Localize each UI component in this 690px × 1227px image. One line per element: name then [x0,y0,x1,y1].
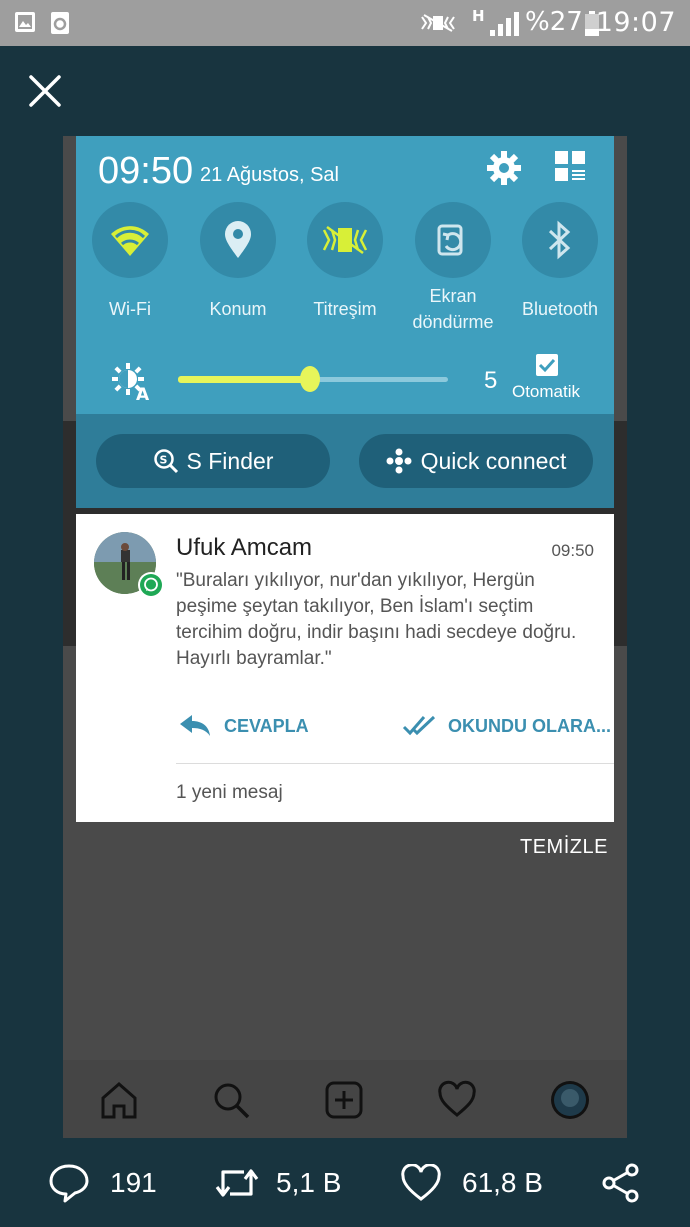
wifi-label: Wi-Fi [109,299,151,319]
recycle-icon [51,12,69,34]
check-icon [538,358,556,373]
share-icon[interactable] [600,1162,642,1204]
retweet-count: 5,1 B [276,1167,342,1198]
auto-brightness-checkbox[interactable] [536,354,558,376]
vibrate-icon [421,14,455,32]
mark-read-button[interactable]: OKUNDU OLARA... [402,712,611,740]
notification-panel: 09:50 21 Ağustos, Sal Wi-Fi Konum Titreş… [76,136,614,508]
status-time: 19:07 [595,7,676,38]
clear-button[interactable]: TEMİZLE [520,836,608,859]
card-divider [176,763,614,764]
brightness-value: 5 [484,367,498,394]
whatsapp-icon [138,572,164,598]
wifi-icon [111,226,149,256]
status-bar: H %27 19:07 [0,0,690,46]
notification-card[interactable]: Ufuk Amcam 09:50 "Buraları yıkılıyor, nu… [76,514,614,822]
quick-connect-button[interactable]: Quick connect [359,434,593,488]
quick-connect-label: Quick connect [420,447,567,474]
s-finder-button[interactable]: S S Finder [96,434,330,488]
rotate-icon [437,224,463,256]
rotation-label: Ekran döndürme [412,286,494,332]
battery-percent: %27 [525,7,583,37]
heart-icon[interactable] [437,1080,477,1120]
retweet-icon [215,1169,259,1197]
like-count-button[interactable]: 61,8 B [400,1160,543,1206]
new-message-count: 1 yeni mesaj [176,782,283,803]
svg-text:S: S [159,454,167,467]
signal-icon [490,12,519,36]
home-icon[interactable] [99,1080,139,1120]
edit-tiles-icon[interactable] [554,150,588,184]
bluetooth-label: Bluetooth [521,299,599,319]
panel-date: 21 Ağustos, Sal [200,164,339,186]
add-post-icon[interactable] [324,1080,364,1120]
reply-button[interactable]: CEVAPLA [178,712,309,740]
mark-read-label: OKUNDU OLARA... [448,715,611,736]
quick-connect-icon [386,448,412,474]
brightness-knob[interactable] [300,366,321,392]
vibrate-label: Titreşim [313,299,377,319]
wifi-toggle[interactable] [92,202,168,278]
message-text: "Buraları yıkılıyor, nur'dan yıkılıyor, … [176,570,577,669]
rotation-toggle[interactable] [415,202,491,278]
reply-count-button[interactable]: 191 [48,1160,157,1206]
panel-clock: 09:50 [98,150,194,192]
location-label: Konum [209,299,267,319]
auto-brightness-label: Otomatik [511,382,581,401]
s-finder-label: S Finder [186,447,274,474]
location-icon [225,221,251,258]
search-icon[interactable] [211,1080,251,1120]
network-type: H [472,7,485,25]
comment-icon [49,1164,89,1203]
bluetooth-icon [548,220,571,260]
vibrate-icon [322,225,368,255]
heart-icon [401,1164,441,1201]
profile-avatar-icon[interactable] [550,1080,590,1120]
svg-text:A: A [136,385,150,401]
retweet-count-button[interactable]: 5,1 B [214,1160,341,1206]
reply-icon [180,715,210,736]
brightness-fill [178,376,311,383]
s-finder-icon: S [153,449,178,474]
settings-gear-icon[interactable] [486,150,522,186]
double-check-icon [402,715,436,736]
like-count: 61,8 B [462,1167,543,1198]
gallery-icon [15,12,35,32]
location-toggle[interactable] [200,202,276,278]
reply-label: CEVAPLA [224,715,309,736]
bluetooth-toggle[interactable] [522,202,598,278]
vibrate-toggle[interactable] [307,202,383,278]
notification-time: 09:50 [551,541,594,560]
auto-brightness-icon: A [112,363,150,401]
reply-count: 191 [110,1167,157,1198]
sender-name: Ufuk Amcam [176,534,313,561]
close-icon[interactable] [28,74,62,108]
